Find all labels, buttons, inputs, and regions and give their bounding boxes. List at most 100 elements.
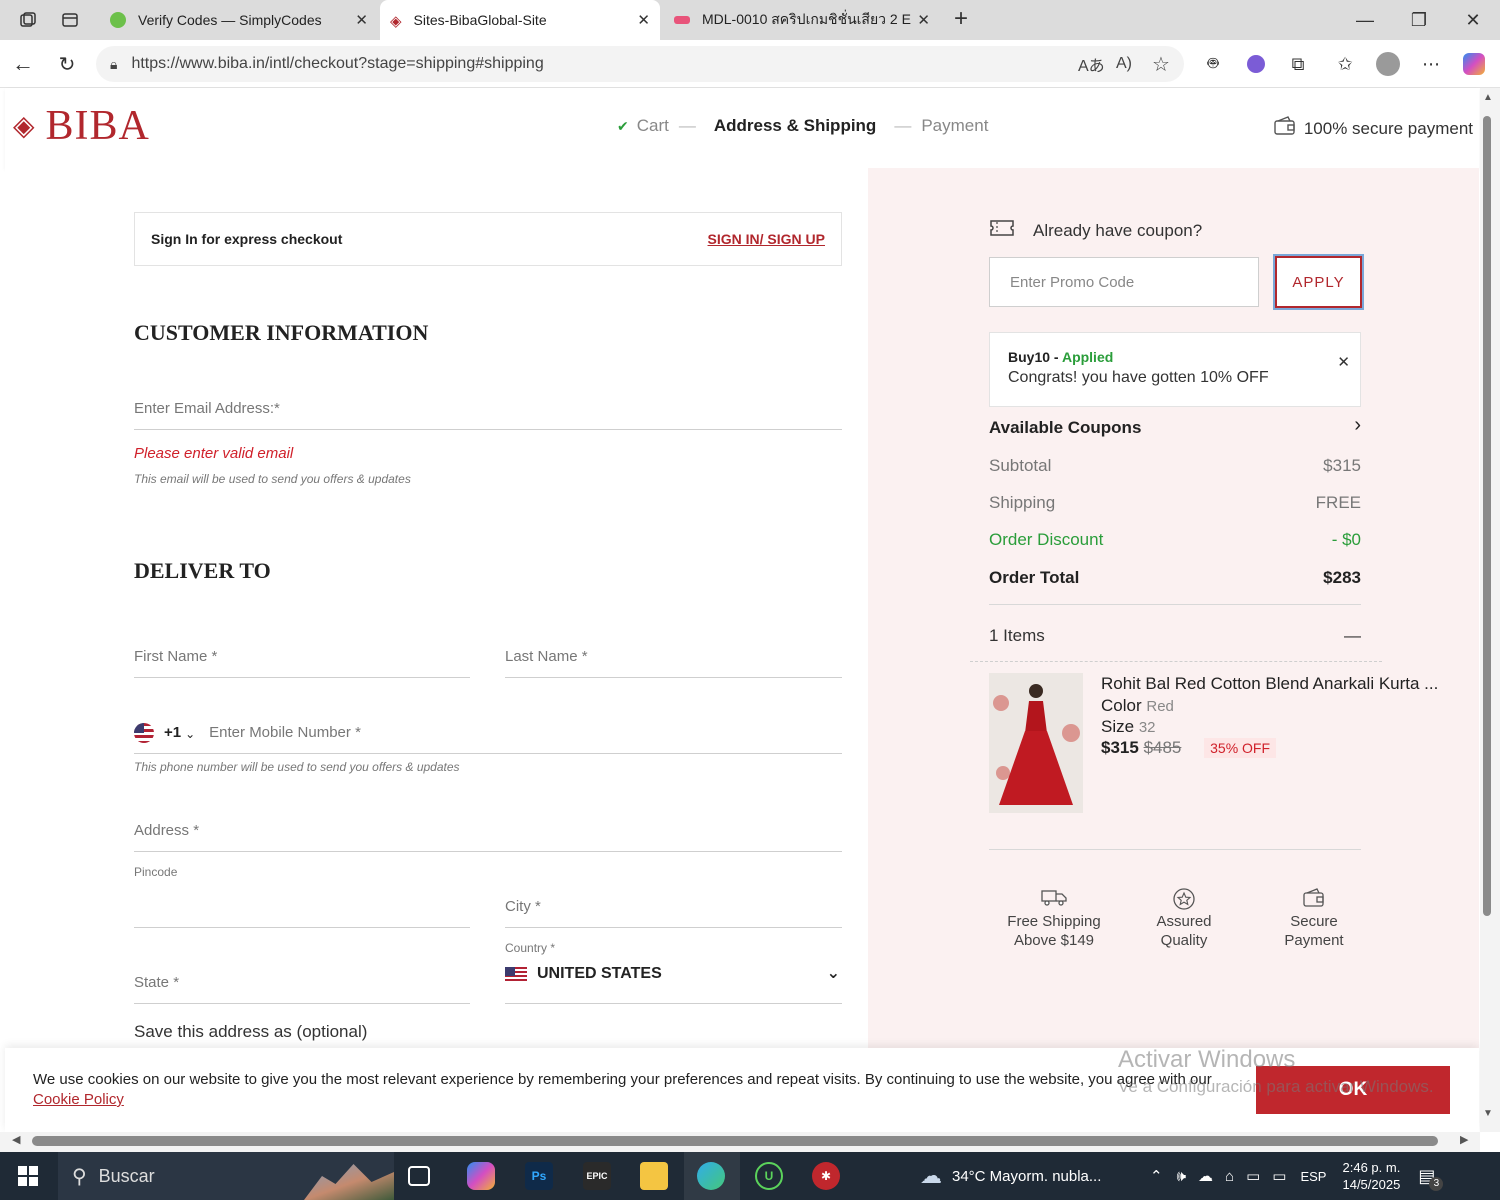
close-icon[interactable]: ✕ [637,11,650,29]
back-icon[interactable]: ← [10,51,36,76]
step-separator: — [678,116,696,135]
signin-signup-link[interactable]: SIGN IN/ SIGN UP [708,231,825,247]
chevron-down-icon[interactable]: ⌄ [185,727,195,741]
address-field[interactable]: Address * [134,812,842,852]
monitor-icon[interactable]: ▭ [1272,1167,1286,1185]
url-field[interactable]: 🔒︎ https://www.biba.in/intl/checkout?sta… [96,46,1184,82]
windows-taskbar: ⚲ Buscar Ps EPIC U ✱ ☁ 34°C Mayorm. nubl… [0,1152,1500,1200]
divider [989,849,1361,850]
step-cart[interactable]: Cart [637,116,669,136]
extension-purple-icon[interactable] [1243,52,1269,76]
windows-start-icon[interactable] [18,1166,38,1186]
city-field[interactable]: City * [505,888,842,928]
profile-avatar-icon[interactable] [1374,50,1402,78]
first-name-field[interactable]: First Name * [134,638,470,678]
network-icon[interactable]: ⌂ [1225,1168,1234,1185]
task-view-icon[interactable] [408,1166,430,1186]
collapse-icon[interactable]: — [1344,626,1361,646]
weather-widget[interactable]: ☁ 34°C Mayorm. nubla... [920,1152,1101,1200]
language-indicator[interactable]: ESP [1300,1169,1326,1184]
workspaces-icon[interactable] [16,8,40,32]
chevron-down-icon[interactable]: ⌄ [827,963,840,983]
photoshop-icon[interactable]: Ps [525,1162,553,1190]
read-aloud-icon[interactable]: Aあ [1078,52,1105,76]
horizontal-scrollbar[interactable]: ◀ ▶ [0,1132,1480,1152]
biba-logo[interactable]: ◈ BIBA [13,102,150,150]
apply-button[interactable]: APPLY [1273,254,1364,310]
subtotal-value: $315 [1323,456,1361,475]
close-window-icon[interactable]: ✕ [1460,8,1486,32]
taskbar-search[interactable]: ⚲ Buscar [58,1152,394,1200]
product-name[interactable]: Rohit Bal Red Cotton Blend Anarkali Kurt… [1101,674,1438,694]
wallet-icon [1249,888,1379,912]
weather-text: 34°C Mayorm. nubla... [952,1167,1102,1185]
chevron-up-icon[interactable]: ⌃ [1150,1167,1163,1185]
minimize-icon[interactable]: — [1352,8,1378,32]
reload-icon[interactable]: ↻ [54,52,80,76]
clock-date: 14/5/2025 [1342,1177,1401,1192]
display-icon[interactable]: ▭ [1246,1167,1260,1185]
vertical-scroll-thumb[interactable] [1483,116,1491,916]
tab-title: MDL-0010 สคริปเกมชิชั่นเสียว 2 EP.3 [702,11,912,27]
trust-badges: Free Shipping Above $149 Assured Quality… [989,888,1379,950]
scroll-right-icon[interactable]: ▶ [1460,1133,1468,1146]
secure-payment-label: 100% secure payment [1274,116,1473,141]
copilot-robot-icon[interactable]: 🤖︎ [1200,52,1226,76]
free-shipping-badge: Free Shipping Above $149 [989,888,1119,950]
close-icon[interactable]: ✕ [355,11,368,29]
windows-activation-title: Activar Windows [1118,1046,1296,1073]
new-tab-icon[interactable]: + [948,5,974,32]
extensions-icon[interactable]: ⧉ [1285,52,1311,76]
last-name-field[interactable]: Last Name * [505,638,842,678]
tab-simplycodes[interactable]: Verify Codes — SimplyCodes ✕ [100,0,378,40]
us-flag-icon [134,723,154,743]
clock[interactable]: 2:46 p. m. 14/5/2025 [1342,1159,1400,1193]
product-image[interactable] [989,673,1083,813]
favorites-icon[interactable]: ✩ [1332,52,1358,76]
upwork-icon[interactable]: U [755,1162,783,1190]
clock-time: 2:46 p. m. [1342,1160,1401,1175]
cookie-policy-link[interactable]: Cookie Policy [33,1091,124,1108]
more-menu-icon[interactable]: ⋯ [1418,52,1444,76]
copilot-icon[interactable] [1460,50,1488,78]
immersive-reader-icon[interactable]: A) [1116,55,1132,73]
red-app-icon[interactable]: ✱ [812,1162,840,1190]
country-select[interactable]: UNITED STATES ⌄ [505,958,842,1004]
tab-biba[interactable]: ◈ Sites-BibaGlobal-Site ✕ [380,0,660,40]
deliver-to-title: DELIVER TO [134,558,271,583]
items-row[interactable]: 1 Items — [989,626,1361,646]
applied-coupon-box: Buy10 - Applied Congrats! you have gotte… [989,332,1361,407]
dial-code[interactable]: +1 [164,724,181,741]
items-label: 1 Items [989,626,1045,645]
volume-icon[interactable]: 🕪︎ [1177,1168,1186,1185]
star-badge-icon [1119,888,1249,912]
notifications-icon[interactable]: ▤ 3 [1418,1166,1444,1191]
remove-coupon-icon[interactable]: ✕ [1337,353,1350,371]
vertical-scrollbar[interactable]: ▲ ▼ [1480,88,1500,1132]
copilot-app-icon[interactable] [467,1162,495,1190]
simplycodes-favicon-icon [110,12,126,28]
restore-icon[interactable]: ❐ [1406,8,1432,32]
scroll-up-icon[interactable]: ▲ [1483,92,1493,103]
pincode-field[interactable] [134,888,470,928]
tab-mdl[interactable]: MDL-0010 สคริปเกมชิชั่นเสียว 2 EP.3 ✕ [662,0,940,40]
scroll-left-icon[interactable]: ◀ [12,1133,20,1146]
promo-code-input[interactable]: Enter Promo Code [989,257,1259,307]
available-coupons-row[interactable]: Available Coupons › [989,415,1361,438]
applied-message: Congrats! you have gotten 10% OFF [1008,369,1269,386]
email-error: Please enter valid email [134,445,294,462]
state-field[interactable]: State * [134,964,470,1004]
horizontal-scroll-thumb[interactable] [32,1136,1438,1146]
applied-code: Buy10 [1008,349,1051,365]
favorite-star-icon[interactable]: ☆ [1152,52,1170,77]
tab-actions-icon[interactable] [58,8,82,32]
epic-games-icon[interactable]: EPIC [583,1162,611,1190]
file-explorer-icon[interactable] [640,1162,668,1190]
mobile-field[interactable]: +1 ⌄ Enter Mobile Number * [134,714,842,754]
product-price-line: $315 $485 35% OFF [1101,738,1277,758]
email-field[interactable]: Enter Email Address:* [134,390,842,430]
onedrive-icon[interactable]: ☁︎ [1198,1167,1213,1185]
site-info-icon[interactable]: 🔒︎ [110,56,117,73]
close-icon[interactable]: ✕ [917,11,930,29]
scroll-down-icon[interactable]: ▼ [1483,1108,1493,1119]
